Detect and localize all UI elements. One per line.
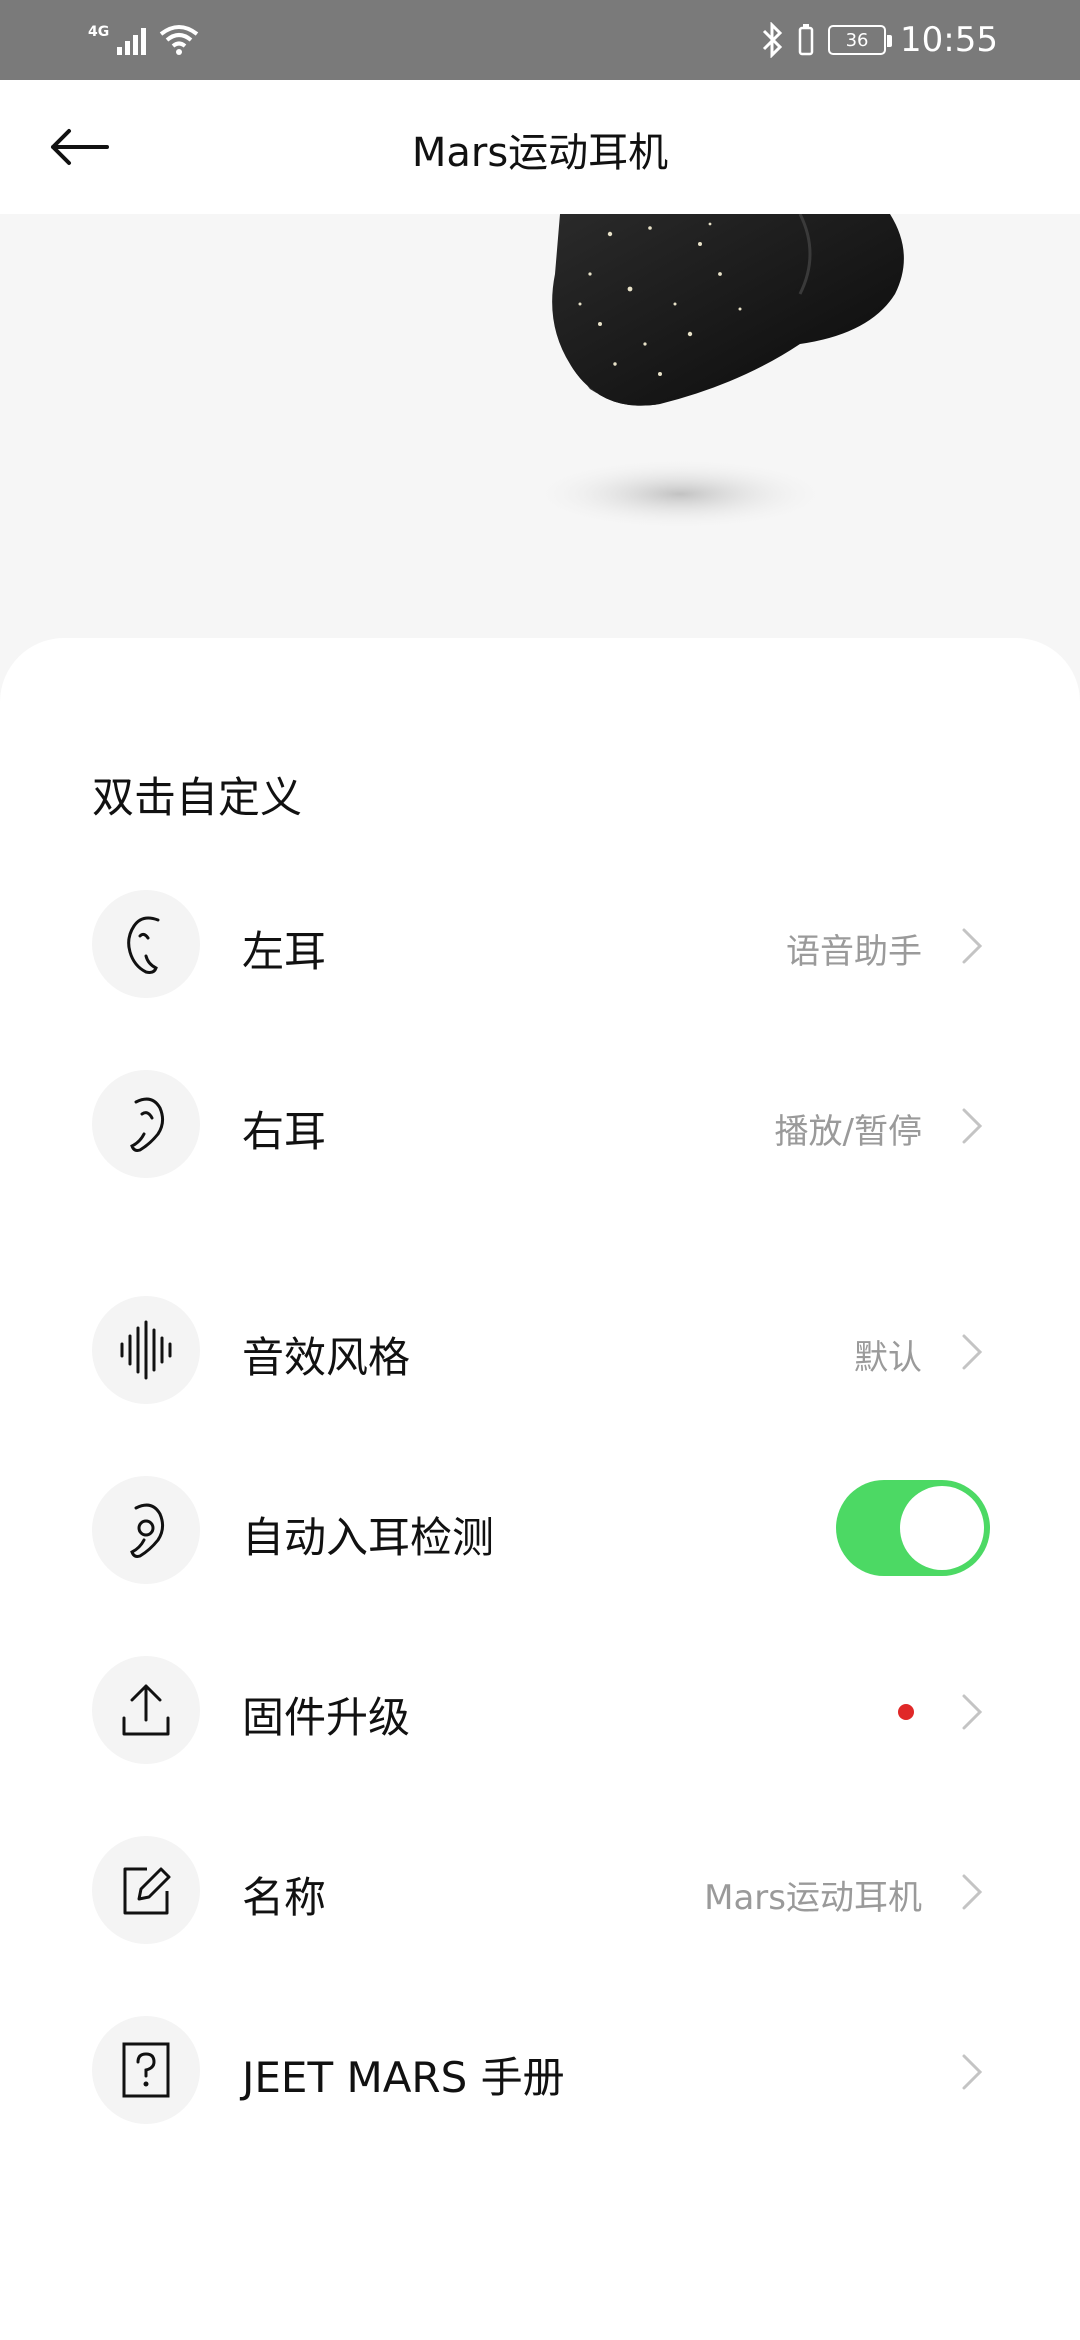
- right-ear-icon-wrap: [92, 1070, 200, 1178]
- toggle-knob: [900, 1486, 984, 1570]
- auto-ear-detect-label: 自动入耳检测: [242, 1513, 495, 1562]
- battery-cap: [887, 35, 893, 47]
- chevron-right-icon: [962, 928, 983, 964]
- chevron-right-icon: [962, 1694, 983, 1730]
- status-right: 36 10:55: [760, 18, 998, 62]
- battery-saver-icon: [798, 24, 814, 56]
- ear-detect-icon-wrap: [92, 1476, 200, 1584]
- firmware-label: 固件升级: [242, 1693, 411, 1742]
- network-type: 4G: [88, 24, 110, 40]
- chevron-right-icon: [962, 1108, 983, 1144]
- battery-level: 36: [845, 29, 869, 51]
- section-title-double-tap: 双击自定义: [92, 773, 303, 822]
- ear-detect-icon: [130, 1503, 165, 1558]
- device-name-label: 名称: [242, 1873, 327, 1922]
- wifi-icon: [160, 25, 199, 55]
- earbud-hero-image: [0, 213, 1080, 654]
- right-ear-icon: [130, 1097, 165, 1152]
- status-bar: 4G 36 10:55: [0, 0, 1080, 80]
- bluetooth-icon: [762, 22, 783, 58]
- row-device-name[interactable]: 名称 Mars运动耳机: [0, 1836, 1080, 1946]
- clock: 10:55: [900, 20, 998, 60]
- row-sound-style[interactable]: 音效风格 默认: [0, 1296, 1080, 1406]
- device-name-value: Mars运动耳机: [704, 1878, 922, 1918]
- settings-card: 双击自定义 左耳 语音助手 右耳 播放/暂停 音效风格 默认 自动入耳检测 固件…: [0, 638, 1080, 2340]
- page-title: Mars运动耳机: [411, 130, 669, 176]
- left-ear-label: 左耳: [242, 927, 327, 976]
- right-ear-value: 播放/暂停: [774, 1112, 922, 1152]
- row-left-ear[interactable]: 左耳 语音助手: [0, 890, 1080, 1000]
- update-available-dot: [898, 1704, 914, 1720]
- app-header: Mars运动耳机: [0, 80, 1080, 214]
- chevron-right-icon: [962, 1334, 983, 1370]
- left-ear-icon-wrap: [92, 890, 200, 998]
- sound-style-label: 音效风格: [242, 1333, 411, 1382]
- cellular-signal-icon: [117, 28, 147, 55]
- auto-ear-detect-toggle[interactable]: [836, 1480, 990, 1576]
- edit-icon-wrap: [92, 1836, 200, 1944]
- earbud-image: [530, 213, 904, 530]
- soundwave-icon-wrap: [92, 1296, 200, 1404]
- edit-icon: [123, 1867, 171, 1915]
- upload-icon-wrap: [92, 1656, 200, 1764]
- help-icon-wrap: [92, 2016, 200, 2124]
- row-auto-ear-detect: 自动入耳检测: [0, 1476, 1080, 1586]
- left-ear-value: 语音助手: [786, 932, 922, 972]
- row-manual[interactable]: JEET MARS 手册: [0, 2016, 1080, 2126]
- chevron-right-icon: [962, 2054, 983, 2090]
- left-ear-icon: [127, 916, 160, 974]
- sound-style-value: 默认: [854, 1338, 922, 1378]
- battery-indicator: 36: [828, 25, 893, 55]
- status-left: 4G: [88, 20, 199, 60]
- chevron-right-icon: [962, 1874, 983, 1910]
- upload-icon: [122, 1684, 170, 1736]
- right-ear-label: 右耳: [242, 1107, 327, 1156]
- row-firmware-upgrade[interactable]: 固件升级: [0, 1656, 1080, 1766]
- manual-label: JEET MARS 手册: [242, 2053, 565, 2102]
- help-icon: [122, 2042, 170, 2098]
- soundwave-icon: [120, 1320, 172, 1380]
- row-right-ear[interactable]: 右耳 播放/暂停: [0, 1070, 1080, 1180]
